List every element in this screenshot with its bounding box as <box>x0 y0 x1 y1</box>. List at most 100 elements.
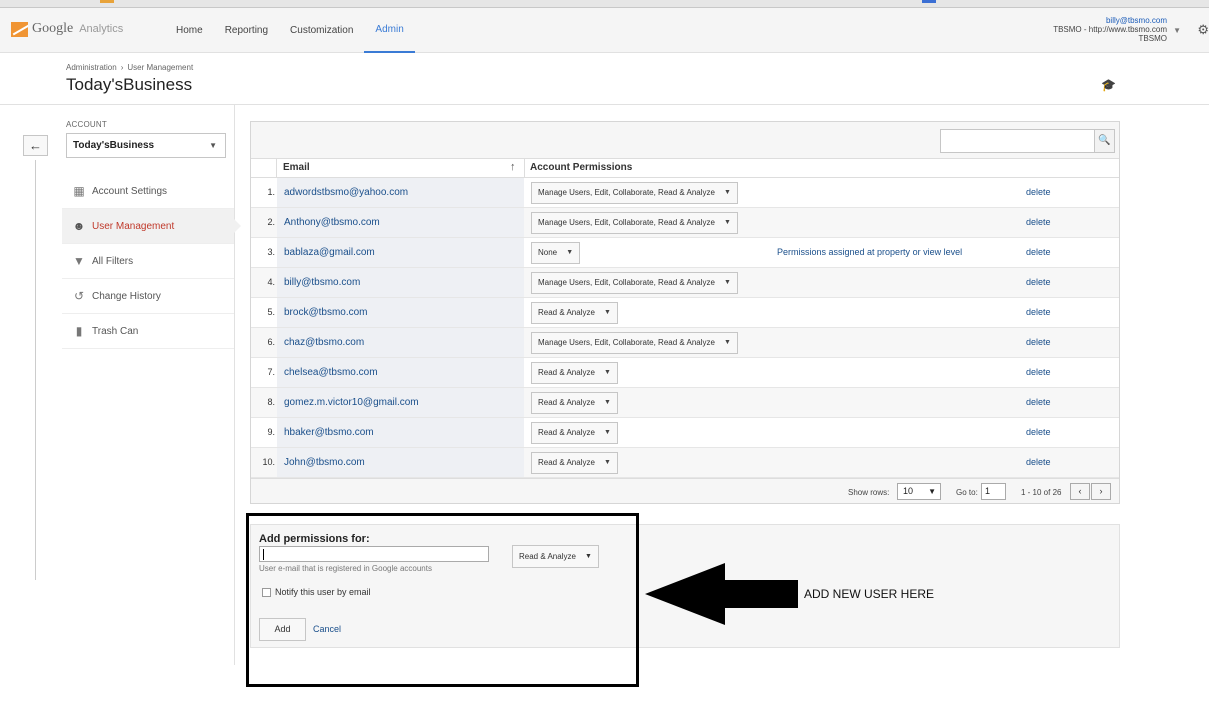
table-row: 10. John@tbsmo.com Read & Analyze ▼ delet… <box>251 448 1119 478</box>
permission-select[interactable]: Read & Analyze ▼ <box>531 422 618 444</box>
chevron-down-icon: ▼ <box>724 219 731 226</box>
account-view: TBSMO <box>1138 34 1167 43</box>
delete-link[interactable]: delete <box>1026 397 1051 407</box>
delete-link[interactable]: delete <box>1026 187 1051 197</box>
user-email-link[interactable]: chaz@tbsmo.com <box>284 337 364 348</box>
page-title: Today'sBusiness <box>66 75 193 94</box>
account-property: TBSMO - http://www.tbsmo.com <box>1053 25 1167 34</box>
sidebar-item-label: Account Settings <box>92 185 168 197</box>
user-email-link[interactable]: chelsea@tbsmo.com <box>284 367 378 378</box>
delete-link[interactable]: delete <box>1026 427 1051 437</box>
nav-admin[interactable]: Admin <box>364 8 415 53</box>
next-page-button[interactable]: › <box>1091 483 1111 500</box>
column-header-email[interactable]: Email <box>283 162 310 173</box>
table-row: 2. Anthony@tbsmo.com Manage Users, Edit,… <box>251 208 1119 238</box>
permission-value: Read & Analyze <box>538 368 595 377</box>
permission-select[interactable]: Read & Analyze ▼ <box>531 452 618 474</box>
permission-select[interactable]: None ▼ <box>531 242 581 264</box>
table-row: 7. chelsea@tbsmo.com Read & Analyze ▼ del… <box>251 358 1119 388</box>
user-email-link[interactable]: brock@tbsmo.com <box>284 307 368 318</box>
delete-link[interactable]: delete <box>1026 307 1051 317</box>
permission-select[interactable]: Read & Analyze ▼ <box>531 362 618 384</box>
google-analytics-logo[interactable]: Google Analytics <box>11 21 123 37</box>
account-select[interactable]: Today'sBusiness ▼ <box>66 133 226 158</box>
sidebar-nav: ▦ Account Settings ☻ User Management ▼ A… <box>62 174 241 349</box>
delete-link[interactable]: delete <box>1026 247 1051 257</box>
permission-select[interactable]: Manage Users, Edit, Collaborate, Read & … <box>531 332 738 354</box>
user-email-link[interactable]: bablaza@gmail.com <box>284 247 375 258</box>
delete-link[interactable]: delete <box>1026 367 1051 377</box>
permission-value: Manage Users, Edit, Collaborate, Read & … <box>538 188 715 197</box>
chevron-down-icon: ▼ <box>209 141 217 150</box>
row-number: 8. <box>267 397 275 407</box>
annotation-highlight-box <box>246 513 639 687</box>
nav-home[interactable]: Home <box>165 8 214 53</box>
row-number: 5. <box>267 307 275 317</box>
nav-customization[interactable]: Customization <box>279 8 364 53</box>
chevron-down-icon: ▼ <box>724 189 731 196</box>
chevron-down-icon: ▼ <box>604 369 611 376</box>
sidebar-item-change-history[interactable]: ↺ Change History <box>62 279 234 314</box>
permission-select[interactable]: Manage Users, Edit, Collaborate, Read & … <box>531 182 738 204</box>
chevron-down-icon: ▼ <box>724 339 731 346</box>
filter-icon: ▼ <box>73 254 85 268</box>
delete-link[interactable]: delete <box>1026 457 1051 467</box>
table-row: 5. brock@tbsmo.com Read & Analyze ▼ delet… <box>251 298 1119 328</box>
permission-select[interactable]: Read & Analyze ▼ <box>531 302 618 324</box>
breadcrumb-administration[interactable]: Administration <box>66 63 117 72</box>
column-header-permissions[interactable]: Account Permissions <box>530 162 632 173</box>
browser-top-strip <box>0 0 1209 8</box>
sort-ascending-icon[interactable]: ↑ <box>510 161 516 173</box>
annotation-text: ADD NEW USER HERE <box>804 587 935 601</box>
row-number: 7. <box>267 367 275 377</box>
show-rows-select[interactable]: 10 ▼ <box>897 483 941 500</box>
permission-note[interactable]: Permissions assigned at property or view… <box>777 247 962 257</box>
annotation-arrow-icon <box>645 563 798 625</box>
table-row: 4. billy@tbsmo.com Manage Users, Edit, C… <box>251 268 1119 298</box>
graduation-cap-icon[interactable]: 🎓 <box>1101 78 1116 92</box>
gear-icon[interactable]: ⚙ <box>1197 22 1209 38</box>
nav-reporting[interactable]: Reporting <box>214 8 279 53</box>
sidebar-item-all-filters[interactable]: ▼ All Filters <box>62 244 234 279</box>
users-table-panel: 🔍 Email ↑ Account Permissions 1. adwords… <box>250 121 1120 504</box>
sidebar-item-user-management[interactable]: ☻ User Management <box>62 209 241 244</box>
chevron-down-icon: ▼ <box>928 487 936 496</box>
goto-page-input[interactable]: 1 <box>981 483 1006 500</box>
top-header: Google Analytics Home Reporting Customiz… <box>0 8 1209 53</box>
user-email-link[interactable]: hbaker@tbsmo.com <box>284 427 374 438</box>
analytics-logo-icon <box>11 21 28 37</box>
chevron-left-icon: ‹ <box>1078 486 1082 496</box>
user-email-link[interactable]: adwordstbsmo@yahoo.com <box>284 187 408 198</box>
row-number: 10. <box>262 457 275 467</box>
user-email-link[interactable]: John@tbsmo.com <box>284 457 365 468</box>
breadcrumb-user-management: User Management <box>127 63 194 72</box>
delete-link[interactable]: delete <box>1026 337 1051 347</box>
delete-link[interactable]: delete <box>1026 217 1051 227</box>
row-number: 3. <box>267 247 275 257</box>
search-icon: 🔍 <box>1098 135 1111 146</box>
chevron-right-icon: › <box>1099 486 1103 496</box>
permission-select[interactable]: Manage Users, Edit, Collaborate, Read & … <box>531 212 738 234</box>
users-icon: ☻ <box>72 219 86 233</box>
user-email-link[interactable]: gomez.m.victor10@gmail.com <box>284 397 419 408</box>
goto-value: 1 <box>985 486 991 496</box>
delete-link[interactable]: delete <box>1026 277 1051 287</box>
history-icon: ↺ <box>73 289 85 303</box>
row-number: 1. <box>267 187 275 197</box>
search-button[interactable]: 🔍 <box>1094 129 1115 153</box>
permission-select[interactable]: Manage Users, Edit, Collaborate, Read & … <box>531 272 738 294</box>
sidebar-item-trash-can[interactable]: ▮ Trash Can <box>62 314 234 349</box>
account-switcher[interactable]: billy@tbsmo.com TBSMO - http://www.tbsmo… <box>1053 16 1167 43</box>
sidebar-item-label: All Filters <box>92 255 134 267</box>
back-arrow-button[interactable]: ← <box>23 135 48 156</box>
chevron-down-icon[interactable]: ▼ <box>1173 26 1181 35</box>
user-email-link[interactable]: billy@tbsmo.com <box>284 277 360 288</box>
search-input[interactable] <box>940 129 1098 153</box>
permission-value: Manage Users, Edit, Collaborate, Read & … <box>538 218 715 227</box>
chevron-down-icon: ▼ <box>566 249 574 256</box>
prev-page-button[interactable]: ‹ <box>1070 483 1090 500</box>
sidebar-item-account-settings[interactable]: ▦ Account Settings <box>62 174 234 209</box>
permission-value: Read & Analyze <box>538 458 595 467</box>
permission-select[interactable]: Read & Analyze ▼ <box>531 392 618 414</box>
user-email-link[interactable]: Anthony@tbsmo.com <box>284 217 380 228</box>
